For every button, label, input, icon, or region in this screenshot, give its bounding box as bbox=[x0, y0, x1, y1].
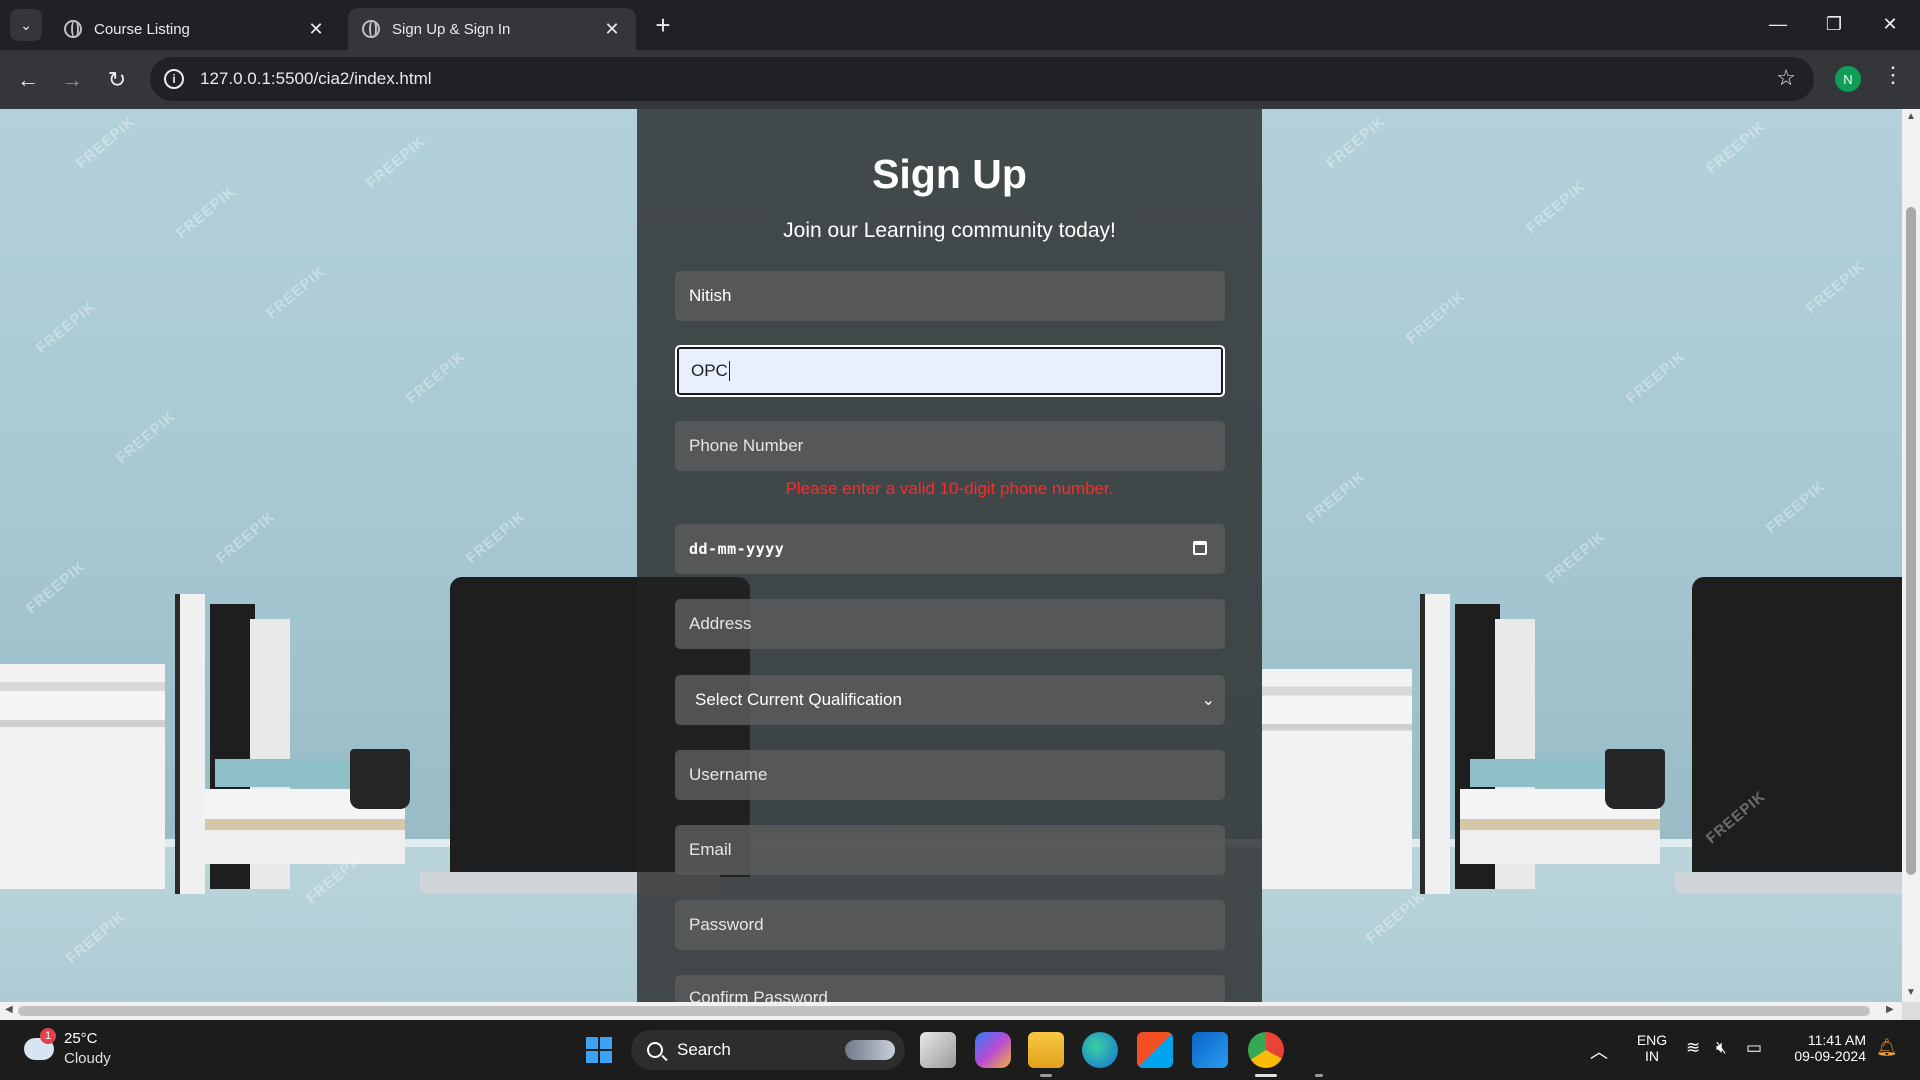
clock-time: 11:41 AM bbox=[1807, 1032, 1866, 1048]
calendar-icon[interactable] bbox=[1193, 541, 1207, 555]
url-text: 127.0.0.1:5500/cia2/index.html bbox=[200, 69, 432, 88]
search-label: Search bbox=[677, 1040, 731, 1059]
phone-error-message: Please enter a valid 10-digit phone numb… bbox=[785, 479, 1114, 498]
scroll-right-icon[interactable]: ▶ bbox=[1886, 1004, 1894, 1015]
close-window-button[interactable]: ✕ bbox=[1868, 6, 1912, 42]
password-input[interactable]: Password bbox=[675, 900, 1225, 950]
address-bar[interactable]: i 127.0.0.1:5500/cia2/index.html ☆ bbox=[150, 57, 1814, 101]
region-code: IN bbox=[1645, 1048, 1659, 1064]
book-spine bbox=[175, 594, 205, 894]
minimize-button[interactable]: — bbox=[1756, 6, 1800, 42]
dob-placeholder: dd-mm-yyyy bbox=[689, 540, 785, 558]
chevron-down-icon: ⌄ bbox=[1201, 692, 1215, 709]
qualification-select[interactable]: Select Current Qualification ⌄ bbox=[675, 675, 1225, 725]
username-placeholder: Username bbox=[689, 765, 768, 784]
copilot-icon[interactable] bbox=[975, 1032, 1011, 1068]
battery-icon[interactable]: ▭ bbox=[1746, 1038, 1762, 1058]
username-input[interactable]: Username bbox=[675, 750, 1225, 800]
globe-icon bbox=[362, 20, 380, 38]
weather-temperature: 25°C bbox=[64, 1030, 98, 1047]
scroll-down-icon[interactable]: ▼ bbox=[1902, 987, 1920, 998]
running-indicator bbox=[1040, 1074, 1052, 1077]
address-placeholder: Address bbox=[689, 614, 752, 633]
weather-condition: Cloudy bbox=[64, 1050, 111, 1067]
phone-placeholder: Phone Number bbox=[689, 436, 804, 455]
clock[interactable]: 11:41 AM 09-09-2024 bbox=[1782, 1032, 1866, 1064]
store-icon[interactable] bbox=[1137, 1032, 1173, 1068]
vertical-scrollbar[interactable]: ▲ ▼ bbox=[1902, 109, 1920, 1002]
page-title: Sign Up bbox=[872, 151, 1027, 197]
clock-date: 09-09-2024 bbox=[1794, 1048, 1866, 1064]
close-icon[interactable]: ✕ bbox=[306, 19, 326, 39]
globe-icon bbox=[64, 20, 82, 38]
bookmark-star-icon[interactable]: ☆ bbox=[1776, 65, 1796, 91]
password-placeholder: Password bbox=[689, 915, 764, 934]
active-app-indicator bbox=[1255, 1074, 1277, 1077]
pen-holder bbox=[350, 749, 410, 809]
book-stack bbox=[1262, 669, 1412, 889]
tab-title: Course Listing bbox=[94, 20, 190, 38]
scrollbar-thumb[interactable] bbox=[18, 1006, 1870, 1016]
first-name-value: Nitish bbox=[689, 286, 732, 305]
confirm-password-input[interactable]: Confirm Password bbox=[675, 975, 1225, 1002]
taskbar-search[interactable]: Search bbox=[631, 1030, 905, 1070]
book-stack bbox=[0, 664, 165, 889]
last-name-input[interactable]: OPC bbox=[675, 345, 1225, 397]
tab-title: Sign Up & Sign In bbox=[392, 20, 511, 38]
forward-button[interactable]: → bbox=[56, 64, 88, 96]
profile-avatar[interactable]: N bbox=[1835, 66, 1861, 92]
close-icon[interactable]: ✕ bbox=[602, 19, 622, 39]
info-icon[interactable]: i bbox=[164, 69, 184, 89]
notification-bell-icon[interactable]: 🔔︎ bbox=[1876, 1038, 1898, 1058]
page-subtitle: Join our Learning community today! bbox=[783, 219, 1116, 242]
new-tab-button[interactable]: + bbox=[648, 10, 678, 40]
file-explorer-icon[interactable] bbox=[1028, 1032, 1064, 1068]
taskbar: 1 25°C Cloudy Search ︿ ENG IN ≋ 🔇︎ ▭ 11:… bbox=[0, 1020, 1920, 1080]
more-menu-icon[interactable]: ⋮ bbox=[1882, 62, 1904, 88]
browser-toolbar: ← → ↻ i 127.0.0.1:5500/cia2/index.html ☆… bbox=[0, 50, 1920, 109]
tab-search-button[interactable]: ⌄ bbox=[10, 9, 42, 41]
scroll-left-icon[interactable]: ◀ bbox=[5, 1004, 13, 1015]
search-icon bbox=[647, 1042, 663, 1058]
laptop-base bbox=[1675, 872, 1902, 894]
pen-holder bbox=[1605, 749, 1665, 809]
task-view-icon[interactable] bbox=[920, 1032, 956, 1068]
edge-icon[interactable] bbox=[1082, 1032, 1118, 1068]
language-indicator[interactable]: ENG IN bbox=[1630, 1032, 1674, 1064]
speaker-muted-icon[interactable]: 🔇︎ bbox=[1716, 1038, 1727, 1058]
scrollbar-corner bbox=[1902, 1002, 1920, 1020]
scroll-up-icon[interactable]: ▲ bbox=[1902, 111, 1920, 122]
email-placeholder: Email bbox=[689, 840, 732, 859]
first-name-input[interactable]: Nitish bbox=[675, 271, 1225, 321]
book-spine bbox=[1420, 594, 1450, 894]
last-name-value: OPC bbox=[691, 361, 728, 380]
dob-input[interactable]: dd-mm-yyyy bbox=[675, 524, 1225, 574]
tab-sign-up[interactable]: Sign Up & Sign In ✕ bbox=[348, 8, 636, 50]
back-button[interactable]: ← bbox=[12, 64, 44, 96]
email-input[interactable]: Email bbox=[675, 825, 1225, 875]
running-indicator bbox=[1315, 1074, 1323, 1077]
language-code: ENG bbox=[1636, 1032, 1668, 1048]
tab-course-listing[interactable]: Course Listing ✕ bbox=[50, 8, 340, 50]
chevron-up-icon[interactable]: ︿ bbox=[1590, 1038, 1608, 1064]
address-input[interactable]: Address bbox=[675, 599, 1225, 649]
text-caret bbox=[728, 361, 730, 381]
reload-button[interactable]: ↻ bbox=[101, 64, 133, 96]
browser-tab-strip: ⌄ Course Listing ✕ Sign Up & Sign In ✕ +… bbox=[0, 0, 1920, 50]
confirm-password-placeholder: Confirm Password bbox=[689, 988, 828, 1002]
search-highlight-image bbox=[845, 1040, 895, 1060]
horizontal-scrollbar[interactable]: ◀ ▶ bbox=[0, 1002, 1902, 1020]
chrome-icon[interactable] bbox=[1248, 1032, 1284, 1068]
scrollbar-thumb[interactable] bbox=[1906, 207, 1916, 875]
windows-start-icon[interactable] bbox=[586, 1037, 612, 1063]
notification-badge: 1 bbox=[40, 1028, 56, 1044]
wifi-icon[interactable]: ≋ bbox=[1686, 1038, 1700, 1058]
phone-input[interactable]: Phone Number bbox=[675, 421, 1225, 471]
signup-card: Sign Up Join our Learning community toda… bbox=[637, 109, 1262, 1002]
qualification-value: Select Current Qualification bbox=[695, 690, 902, 709]
page-viewport: FREEPIK FREEPIK FREEPIK FREEPIK FREEPIK … bbox=[0, 109, 1902, 1002]
restore-button[interactable]: ❐ bbox=[1812, 6, 1856, 42]
outlook-icon[interactable] bbox=[1192, 1032, 1228, 1068]
